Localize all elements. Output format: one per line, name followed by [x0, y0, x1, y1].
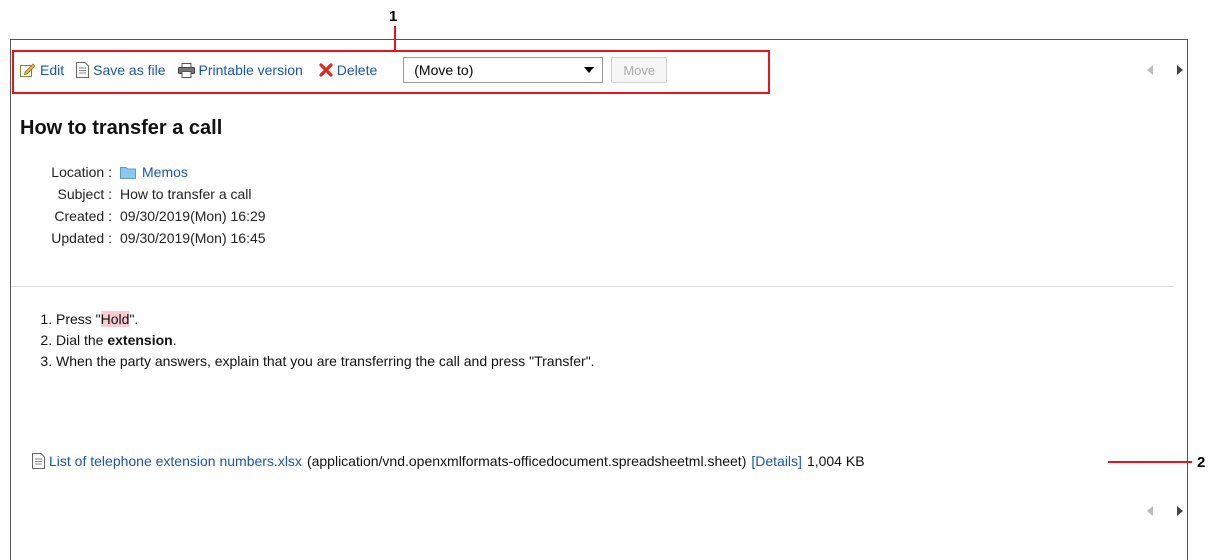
- meta-label: Location :: [51, 164, 112, 180]
- save-as-file-button[interactable]: Save as file: [76, 62, 166, 78]
- highlighted-text: Hold: [100, 311, 130, 327]
- updated-value: 09/30/2019(Mon) 16:45: [120, 230, 266, 246]
- chevron-left-icon[interactable]: [1147, 506, 1153, 516]
- subject-value: How to transfer a call: [120, 186, 252, 202]
- memo-body-steps: Press "Hold". Dial the extension. When t…: [34, 309, 595, 372]
- attachment-size: 1,004 KB: [806, 453, 865, 469]
- printable-version-label: Printable version: [198, 62, 303, 78]
- meta-label: Subject :: [57, 186, 112, 202]
- callout-1: 1: [389, 8, 398, 25]
- callout-2: 2: [1197, 454, 1206, 471]
- memo-toolbar: Edit Save as file Printable version Dele…: [20, 57, 668, 83]
- meta-row-location: Location : Memos: [24, 161, 266, 183]
- bold-text: extension: [107, 332, 173, 348]
- chevron-right-icon[interactable]: [1177, 65, 1183, 75]
- attachment-file-link[interactable]: List of telephone extension numbers.xlsx: [49, 453, 302, 469]
- attachment-mime: (application/vnd.openxmlformats-officedo…: [306, 453, 747, 469]
- list-item: Dial the extension.: [56, 330, 595, 351]
- divider: [11, 286, 1174, 287]
- delete-label: Delete: [336, 62, 378, 78]
- move-button[interactable]: Move: [611, 57, 668, 83]
- pager-top: [1135, 65, 1195, 75]
- delete-button[interactable]: Delete: [319, 62, 377, 78]
- delete-x-icon: [319, 63, 333, 77]
- meta-row-subject: Subject : How to transfer a call: [24, 183, 266, 205]
- attachment-row: List of telephone extension numbers.xlsx…: [32, 453, 865, 469]
- printable-version-button[interactable]: Printable version: [177, 62, 303, 78]
- meta-label: Created :: [54, 208, 112, 224]
- edit-button[interactable]: Edit: [20, 62, 64, 78]
- memo-title: How to transfer a call: [20, 117, 223, 139]
- file-icon: [32, 453, 45, 469]
- attachment-details-link[interactable]: [Details]: [751, 453, 802, 469]
- meta-row-created: Created : 09/30/2019(Mon) 16:29: [24, 205, 266, 227]
- pager-bottom: [1135, 506, 1195, 516]
- meta-label: Updated :: [51, 230, 112, 246]
- file-icon: [76, 62, 90, 78]
- folder-icon: [120, 166, 136, 179]
- save-as-file-label: Save as file: [93, 62, 166, 78]
- move-to-select-value: (Move to): [414, 62, 474, 78]
- list-item: When the party answers, explain that you…: [56, 351, 595, 372]
- chevron-right-icon[interactable]: [1177, 506, 1183, 516]
- printer-icon: [177, 62, 195, 78]
- meta-row-updated: Updated : 09/30/2019(Mon) 16:45: [24, 227, 266, 249]
- dropdown-arrow-icon: [584, 67, 595, 73]
- edit-label: Edit: [40, 62, 65, 78]
- chevron-left-icon[interactable]: [1147, 65, 1153, 75]
- location-link[interactable]: Memos: [120, 161, 188, 183]
- edit-icon: [20, 63, 36, 78]
- created-value: 09/30/2019(Mon) 16:29: [120, 208, 266, 224]
- memo-metadata: Location : Memos Subject : How to transf…: [24, 161, 266, 249]
- list-item: Press "Hold".: [56, 309, 595, 330]
- location-value: Memos: [142, 164, 188, 180]
- move-to-select[interactable]: (Move to): [403, 57, 604, 83]
